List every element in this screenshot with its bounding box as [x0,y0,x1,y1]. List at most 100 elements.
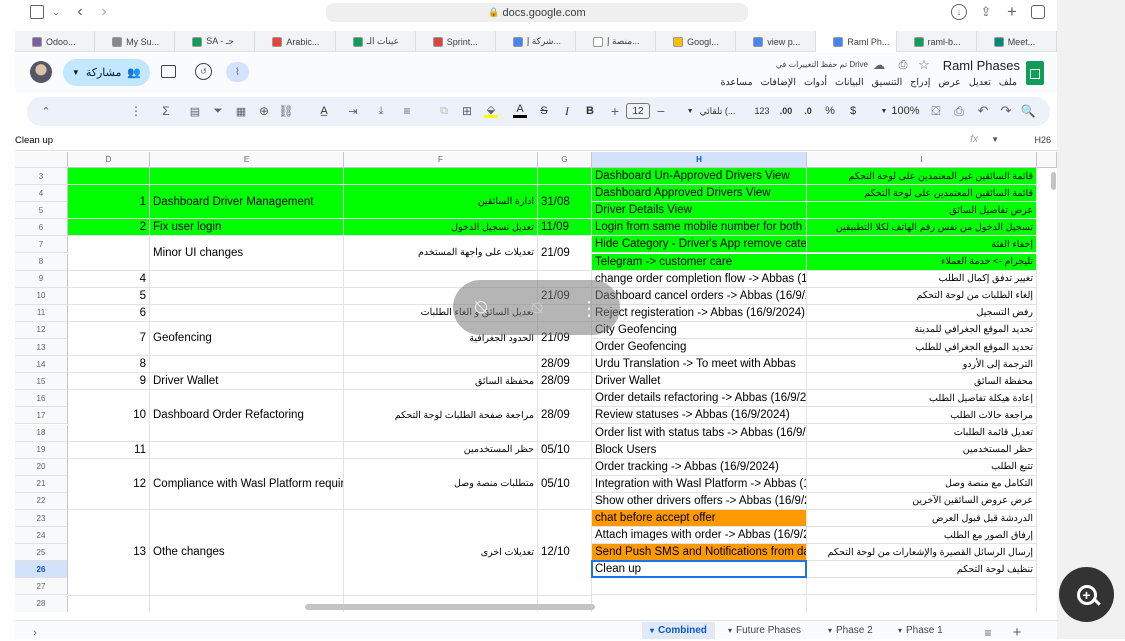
cell-e[interactable] [150,304,344,322]
sum-icon[interactable]: Σ [159,104,173,118]
cell-i[interactable]: محفظة السائق [807,373,1037,391]
cell-d[interactable]: 10 [68,390,150,442]
row-header[interactable]: 13 [15,339,68,357]
cell-i[interactable]: الدردشة قبل قبول العرض [807,510,1037,528]
more-icon[interactable]: ⋮ [130,104,142,118]
browser-tab[interactable]: raml-b... [897,31,977,52]
comment-icon[interactable] [161,65,176,78]
row-header[interactable]: 11 [15,304,68,322]
cell-i[interactable]: إخفاء الفئة [807,236,1037,254]
text-color-button[interactable]: A [513,102,527,118]
cell-i[interactable]: تعديل قائمة الطلبات [807,424,1037,442]
font-select[interactable]: ▼ تلقائي (... [680,104,742,118]
column-header[interactable]: D [68,152,150,168]
vertical-scrollbar[interactable] [1051,172,1056,190]
cell-g[interactable]: 11/09 [538,219,592,237]
avatar[interactable] [30,61,52,83]
cell-f[interactable]: تعديلات على واجهة المستخدم [344,236,538,271]
menu-item[interactable]: البيانات [835,77,864,91]
formula-input[interactable]: Clean up [15,135,53,146]
cell-h[interactable]: Block Users [592,441,807,459]
row-header[interactable]: 9 [15,270,68,288]
row-header[interactable]: 17 [15,407,68,425]
move-icon[interactable]: ⎙ [896,58,910,72]
cell-e[interactable]: Fix user login [150,219,344,237]
cell-h[interactable]: Clean up [592,561,807,579]
cell-h[interactable]: Urdu Translation -> To meet with Abbas [592,356,807,374]
font-size-input[interactable]: 12 [626,103,650,119]
row-header[interactable]: 10 [15,287,68,305]
cell-f[interactable]: متطلبات منصة وصل [344,458,538,510]
address-bar[interactable]: 🔒 docs.google.com [326,3,748,22]
star-icon[interactable]: ☆ [917,57,931,72]
row-header[interactable]: 25 [15,544,68,562]
cell-i[interactable]: تتبع الطلب [807,458,1037,476]
cell-h[interactable]: Driver Details View [592,202,807,220]
cell-h[interactable]: chat before accept offer [592,510,807,528]
paint-format-icon[interactable]: ⛋ [929,104,943,118]
empty-cell[interactable] [538,168,592,186]
add-sheet-icon[interactable]: + [1010,624,1024,641]
cell-i[interactable]: تحديد الموقع الجغرافي للطلب [807,339,1037,357]
cell-h[interactable]: Show other drivers offers -> Abbas (16/9… [592,492,807,510]
cell-h[interactable]: Integration with Wasl Platform -> Abbas … [592,475,807,493]
sheets-logo-icon[interactable] [1026,61,1044,85]
menu-item[interactable]: أدوات [804,77,827,91]
row-header[interactable]: 28 [15,595,68,612]
zoom-select[interactable]: ▼ 100% [880,104,920,118]
row-header[interactable]: 24 [15,527,68,545]
cell-i[interactable]: حظر المستخدمين [807,441,1037,459]
decrease-decimal-button[interactable]: .0 [801,104,815,118]
cell-e[interactable]: Driver Wallet [150,373,344,391]
row-header[interactable]: 8 [15,253,68,271]
sidebar-toggle-icon[interactable] [30,5,44,19]
cell-i[interactable]: إرفاق الصور مع الطلب [807,527,1037,545]
cell-f[interactable]: حظر المستخدمين [344,441,538,459]
cell-h[interactable]: Hide Category - Driver's App remove cate… [592,236,807,254]
cell-i[interactable] [807,595,1037,612]
cell-h[interactable]: Dashboard Approved Drivers View [592,185,807,203]
all-sheets-icon[interactable]: ≡ [981,626,995,640]
mic-off-icon[interactable]: ⍉ [523,294,551,322]
cell-g[interactable]: 05/10 [538,458,592,510]
number-format-button[interactable]: 123 [754,104,770,118]
cell-e[interactable] [150,356,344,374]
sheet-tab[interactable]: ▾ Future Phases [728,622,801,639]
cell-h[interactable]: Dashboard cancel orders -> Abbas (16/9/2 [592,287,807,305]
cell-f[interactable]: تعديل تسجيل الدخول [344,219,538,237]
browser-tab[interactable]: Arabic... [255,31,336,52]
cell-g[interactable]: 31/08 [538,185,592,220]
tab-overview-icon[interactable] [1031,5,1045,19]
filter-icon[interactable]: ⏷ [211,104,225,118]
cell-h[interactable]: City Geofencing [592,321,807,339]
cell-e[interactable]: Compliance with Wasl Platform require [150,458,344,510]
sheet-tab[interactable]: ▾ Phase 1 [898,622,943,639]
row-header[interactable]: 14 [15,356,68,374]
redo-icon[interactable]: ↶ [976,103,990,118]
row-header[interactable]: 18 [15,424,68,442]
doc-title[interactable]: Raml Phases [940,58,1020,73]
history-icon[interactable]: ↺ [195,63,212,80]
cell-i[interactable]: تنظيف لوحة التحكم [807,561,1037,579]
download-icon[interactable]: ↓ [951,4,967,20]
print-icon[interactable]: ⎙ [952,104,966,118]
more-options-icon[interactable]: ⋮ [579,294,599,322]
cell-d[interactable]: 12 [68,458,150,510]
cell-i[interactable]: الترجمة إلى الأردو [807,356,1037,374]
forward-icon[interactable]: › [96,3,112,21]
row-header[interactable]: 27 [15,578,68,596]
row-header[interactable]: 16 [15,390,68,408]
row-header[interactable]: 22 [15,492,68,510]
browser-tab[interactable]: SA - جـ [175,31,256,52]
menu-item[interactable]: إدراج [910,77,930,91]
cell-d[interactable]: 13 [68,510,150,596]
cell-h[interactable]: Attach images with order -> Abbas (16/9/… [592,527,807,545]
chart-icon[interactable]: ▦ [234,104,248,118]
empty-cell[interactable] [344,168,538,186]
merge-cells-icon[interactable]: ⧉ [437,104,451,118]
cell-h[interactable]: Send Push SMS and Notifications from da [592,544,807,562]
link-icon[interactable]: ⛓ [278,104,293,118]
cell-e[interactable] [150,287,344,305]
strikethrough-button[interactable]: S [538,104,550,118]
cell-f[interactable]: تعديلات اخرى [344,510,538,596]
